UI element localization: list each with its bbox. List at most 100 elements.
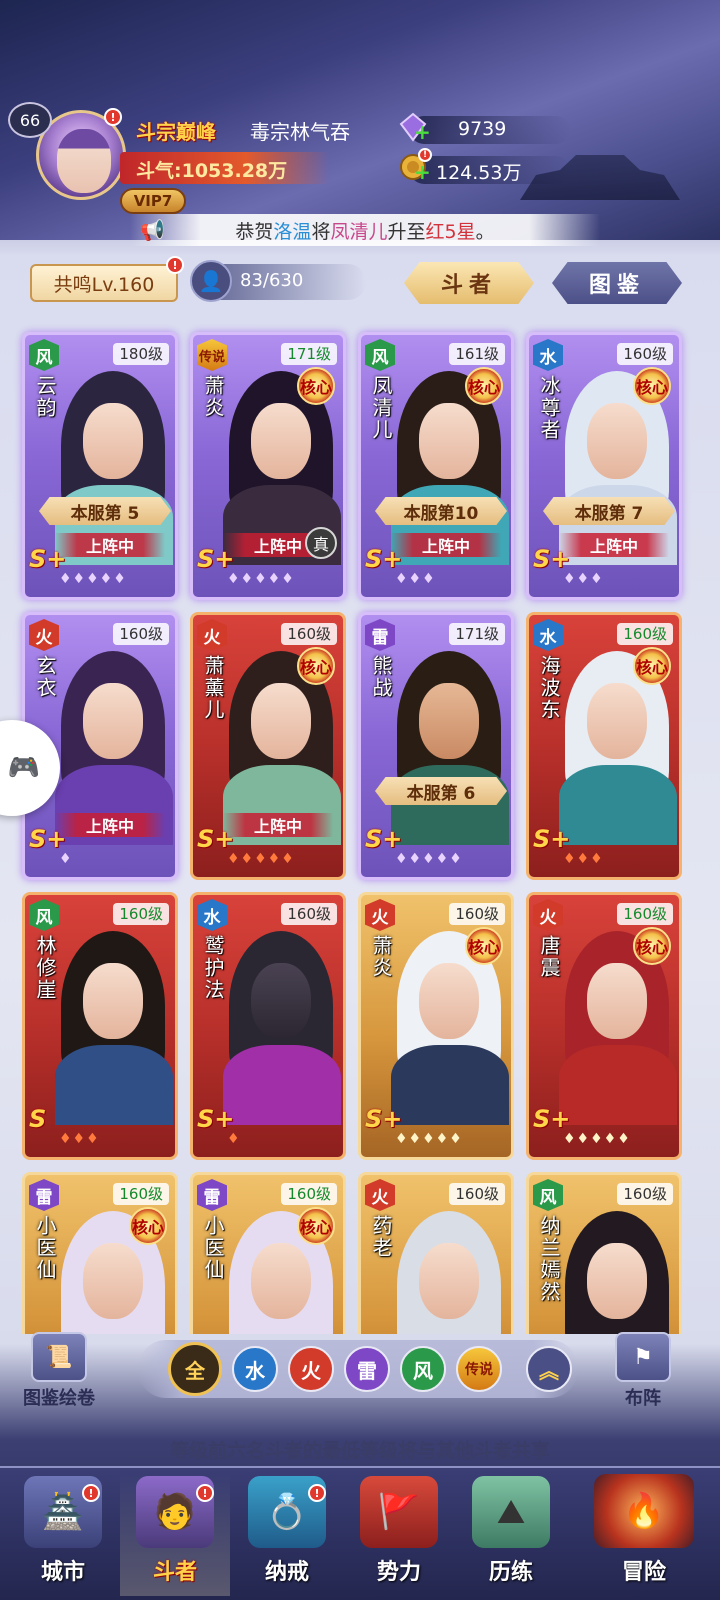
hero-card[interactable]: 火 160级 萧炎 核心 S+ ♦♦♦♦♦	[358, 892, 514, 1160]
nav-faction-label: 势力	[376, 1560, 421, 1585]
hero-name: 林修崖	[33, 935, 57, 1001]
hero-card[interactable]: 传说 171级 萧炎 核心 上阵中 真 S+ ♦♦♦♦♦	[190, 332, 346, 600]
hero-card[interactable]: 风 161级 凤清儿 核心 本服第10 上阵中 S+ ♦♦♦	[358, 332, 514, 600]
filter-all[interactable]: 全	[168, 1342, 222, 1396]
portrait-face	[587, 683, 647, 759]
nav-adventure-label: 冒险	[621, 1560, 666, 1585]
hero-level: 180级	[113, 343, 169, 365]
add-gold-button[interactable]: +	[414, 162, 431, 182]
hero-name: 云韵	[33, 375, 57, 419]
element-badge: 雷	[197, 1179, 227, 1211]
hero-card[interactable]: 水 160级 鹫护法 S+ ♦	[190, 892, 346, 1160]
star-flames: ♦	[59, 851, 73, 867]
grade-label: S+	[365, 1105, 403, 1133]
true-form-badge: 真	[305, 527, 337, 559]
announce-action: 升至	[387, 220, 426, 243]
portrait-face	[587, 1243, 647, 1319]
hero-silhouette-icon: 👤	[190, 260, 232, 302]
element-badge: 火	[533, 899, 563, 931]
speaker-icon: 📢	[140, 218, 165, 242]
gem-count: 9739	[458, 118, 507, 140]
hero-card[interactable]: 雷 160级 小医仙 核心	[190, 1172, 346, 1334]
star-flames: ♦♦♦♦♦	[395, 851, 463, 867]
core-badge: 核心	[633, 367, 671, 405]
hero-name: 海波东	[537, 655, 561, 721]
hero-card[interactable]: 水 160级 冰尊者 核心 本服第 7 上阵中 S+ ♦♦♦	[526, 332, 682, 600]
element-badge: 水	[533, 619, 563, 651]
grade-label: S+	[29, 545, 67, 573]
hero-level: 171级	[281, 343, 337, 365]
core-badge: 核心	[297, 367, 335, 405]
portrait-body	[223, 1045, 341, 1125]
filter-wind[interactable]: 风	[400, 1346, 446, 1392]
server-rank-ribbon: 本服第 6	[375, 777, 507, 805]
hero-level: 160级	[281, 623, 337, 645]
vip-badge[interactable]: VIP7	[120, 188, 186, 214]
element-badge: 风	[533, 1179, 563, 1211]
star-flames: ♦♦♦♦♦	[227, 851, 295, 867]
hero-name: 唐震	[537, 935, 561, 979]
portrait-body	[391, 1045, 509, 1125]
add-gems-button[interactable]: +	[414, 122, 431, 142]
grade-label: S+	[197, 1105, 235, 1133]
hero-card[interactable]: 雷 171级 熊战 本服第 6 S+ ♦♦♦♦♦	[358, 612, 514, 880]
banner-icon: 🚩	[360, 1476, 438, 1548]
element-badge: 风	[29, 899, 59, 931]
avatar-portrait	[57, 129, 111, 193]
formation-button[interactable]: ⚑ 布阵	[598, 1330, 688, 1410]
announce-level: 红5星	[425, 220, 476, 243]
player-power: 斗气:1053.28万	[136, 160, 288, 182]
grade-label: S+	[533, 545, 571, 573]
element-badge: 火	[365, 899, 395, 931]
filter-legend[interactable]: 传说	[456, 1346, 502, 1392]
nav-faction[interactable]: 🚩 势力	[344, 1474, 454, 1596]
hero-level: 160级	[617, 903, 673, 925]
hero-card[interactable]: 风 160级 林修崖 S ♦♦♦	[22, 892, 178, 1160]
grade-label: S+	[29, 825, 67, 853]
grade-label: S+	[365, 545, 403, 573]
grade-label: S+	[197, 825, 235, 853]
hero-level: 160级	[617, 343, 673, 365]
grade-label: S+	[365, 825, 403, 853]
hero-card[interactable]: 水 160级 海波东 核心 S+ ♦♦♦	[526, 612, 682, 880]
hero-card[interactable]: 火 160级 萧薰儿 核心 上阵中 S+ ♦♦♦♦♦	[190, 612, 346, 880]
hero-card[interactable]: 风 180级 云韵 本服第 5 上阵中 S+ ♦♦♦♦♦	[22, 332, 178, 600]
hero-level: 161级	[449, 343, 505, 365]
hero-card[interactable]: 火 160级 药老	[358, 1172, 514, 1334]
portrait-face	[251, 403, 311, 479]
hero-level: 160级	[449, 903, 505, 925]
hero-level: 171级	[449, 623, 505, 645]
filter-thunder[interactable]: 雷	[344, 1346, 390, 1392]
portrait-body	[559, 1045, 677, 1125]
collapse-filter-button[interactable]: ︽	[526, 1346, 572, 1392]
filter-water[interactable]: 水	[232, 1346, 278, 1392]
hero-name: 凤清儿	[369, 375, 393, 441]
resonance-level-button[interactable]: 共鸣Lv.160	[30, 264, 178, 302]
hero-name: 熊战	[369, 655, 393, 699]
avatar-notification-dot: !	[104, 108, 122, 126]
core-badge: 核心	[297, 1207, 335, 1245]
gallery-scroll-button[interactable]: 📜 图鉴绘卷	[14, 1330, 104, 1410]
filter-fire[interactable]: 火	[288, 1346, 334, 1392]
nav-city[interactable]: 🏯 城市	[8, 1474, 118, 1596]
star-flames: ♦♦♦♦♦	[59, 571, 127, 587]
star-flames: ♦♦♦	[59, 1131, 100, 1147]
tab-heroes[interactable]: 斗者	[404, 262, 534, 304]
level-share-hint: 等级前六名斗者的最低等级将与其他斗者共享	[169, 1440, 550, 1462]
announce-hero: 凤清儿	[330, 220, 388, 243]
nav-adventure[interactable]: 🔥 冒险	[576, 1474, 712, 1596]
grade-label: S+	[533, 1105, 571, 1133]
nav-trial[interactable]: ⛰ 历练	[456, 1474, 566, 1596]
element-badge: 传说	[197, 339, 227, 371]
portrait-face	[587, 403, 647, 479]
hero-card[interactable]: 风 160级 纳兰嫣然	[526, 1172, 682, 1334]
tab-gallery[interactable]: 图鉴	[552, 262, 682, 304]
adventure-icon: 🔥	[594, 1474, 694, 1548]
flag-icon: ⚑	[615, 1332, 671, 1382]
portrait-face	[251, 963, 311, 1039]
element-badge: 火	[197, 619, 227, 651]
nav-ring-label: 纳戒	[264, 1560, 309, 1585]
hero-card[interactable]: 火 160级 唐震 核心 S+ ♦♦♦♦♦	[526, 892, 682, 1160]
hero-card[interactable]: 雷 160级 小医仙 核心	[22, 1172, 178, 1334]
hero-name: 玄衣	[33, 655, 57, 699]
